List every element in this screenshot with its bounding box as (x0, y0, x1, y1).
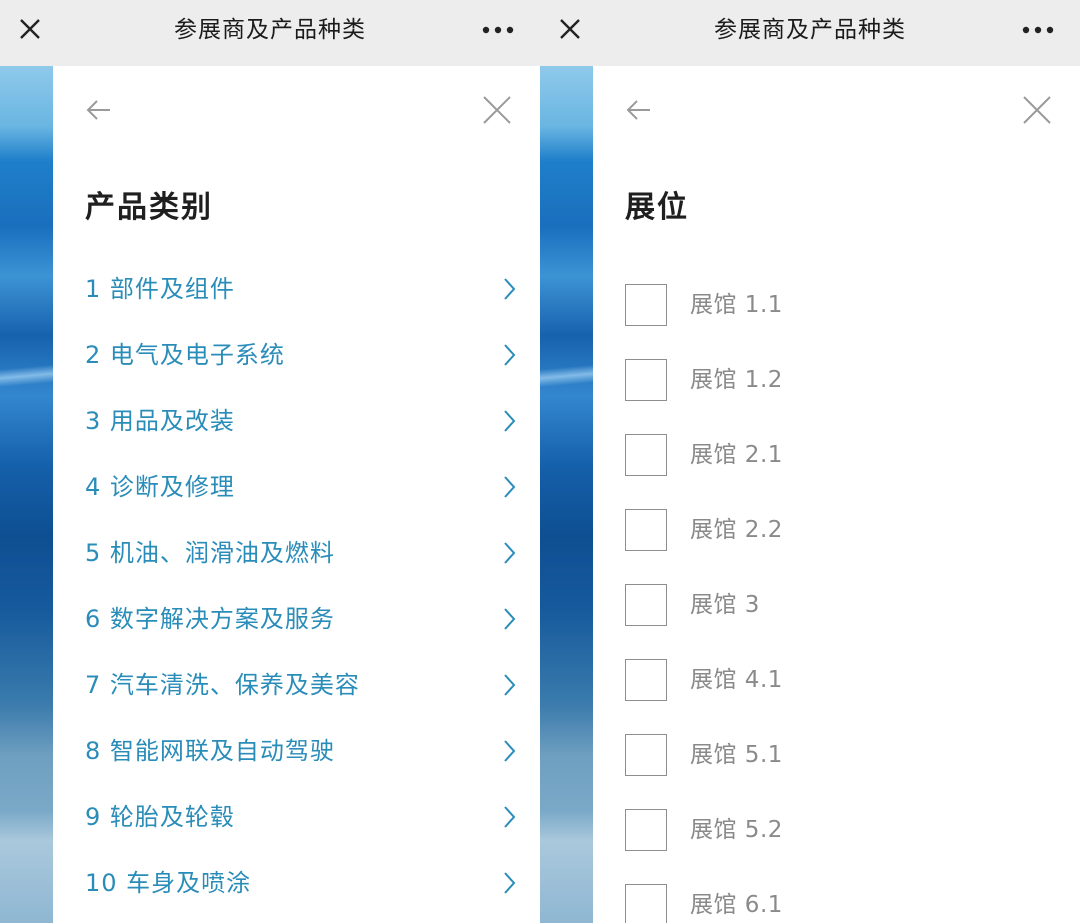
category-item[interactable]: 2 电气及电子系统 (85, 322, 517, 388)
hall-checkbox[interactable] (625, 734, 667, 776)
hall-panel: 展位 展馆 1.1 展馆 1.2 展馆 2.1 展馆 2.2 展馆 3 展馆 4… (593, 66, 1080, 923)
hall-checkbox[interactable] (625, 659, 667, 701)
category-label: 4 诊断及修理 (85, 473, 235, 501)
hall-label: 展馆 1.1 (690, 292, 783, 318)
hall-option[interactable]: 展馆 5.2 (625, 791, 1045, 866)
close-icon[interactable] (1021, 94, 1053, 126)
chevron-right-icon (501, 473, 517, 501)
hall-option[interactable]: 展馆 6.1 (625, 866, 1045, 923)
hall-label: 展馆 4.1 (690, 667, 783, 693)
category-item[interactable]: 4 诊断及修理 (85, 454, 517, 520)
category-item[interactable]: 7 汽车清洗、保养及美容 (85, 652, 517, 718)
hall-list: 展馆 1.1 展馆 1.2 展馆 2.1 展馆 2.2 展馆 3 展馆 4.1 (625, 266, 1045, 923)
window-title: 参展商及产品种类 (714, 17, 906, 43)
hall-option[interactable]: 展馆 2.1 (625, 416, 1045, 491)
category-label: 1 部件及组件 (85, 275, 235, 303)
hall-option[interactable]: 展馆 4.1 (625, 641, 1045, 716)
more-icon[interactable] (478, 15, 518, 45)
hall-checkbox[interactable] (625, 884, 667, 923)
category-item[interactable]: 10 车身及喷涂 (85, 850, 517, 916)
hall-checkbox[interactable] (625, 284, 667, 326)
left-screen: 参展商及产品种类 产品类别 1 部件及组件 2 电气及电子系统 3 用品及改装 (0, 0, 540, 923)
hall-option[interactable]: 展馆 2.2 (625, 491, 1045, 566)
hall-label: 展馆 2.1 (690, 442, 783, 468)
hall-label: 展馆 5.2 (690, 817, 783, 843)
chevron-right-icon (501, 275, 517, 303)
right-screen: 参展商及产品种类 展位 展馆 1.1 展馆 1.2 展馆 2.1 展馆 2.2 … (540, 0, 1080, 923)
category-label: 3 用品及改装 (85, 407, 235, 435)
category-item[interactable]: 3 用品及改装 (85, 388, 517, 454)
category-label: 2 电气及电子系统 (85, 341, 285, 369)
panel-heading: 产品类别 (85, 190, 213, 225)
chevron-right-icon (501, 869, 517, 897)
hall-checkbox[interactable] (625, 359, 667, 401)
chevron-right-icon (501, 539, 517, 567)
hall-checkbox[interactable] (625, 809, 667, 851)
top-bar: 参展商及产品种类 (0, 0, 540, 66)
panel-heading: 展位 (625, 190, 689, 225)
hall-option[interactable]: 展馆 5.1 (625, 716, 1045, 791)
hall-checkbox[interactable] (625, 434, 667, 476)
background-image (0, 66, 53, 923)
hall-checkbox[interactable] (625, 584, 667, 626)
hall-label: 展馆 3 (690, 592, 760, 618)
category-item[interactable]: 8 智能网联及自动驾驶 (85, 718, 517, 784)
category-item[interactable]: 5 机油、润滑油及燃料 (85, 520, 517, 586)
hall-label: 展馆 1.2 (690, 367, 783, 393)
chevron-right-icon (501, 737, 517, 765)
chevron-right-icon (501, 605, 517, 633)
category-label: 9 轮胎及轮毂 (85, 803, 235, 831)
category-label: 7 汽车清洗、保养及美容 (85, 671, 360, 699)
chevron-right-icon (501, 407, 517, 435)
window-title: 参展商及产品种类 (174, 17, 366, 43)
back-arrow-icon[interactable] (623, 94, 655, 126)
hall-label: 展馆 2.2 (690, 517, 783, 543)
hall-label: 展馆 5.1 (690, 742, 783, 768)
background-image (540, 66, 593, 923)
category-panel: 产品类别 1 部件及组件 2 电气及电子系统 3 用品及改装 4 诊断及修理 5… (53, 66, 540, 923)
hall-option[interactable]: 展馆 1.2 (625, 341, 1045, 416)
category-list: 1 部件及组件 2 电气及电子系统 3 用品及改装 4 诊断及修理 5 机油、润… (85, 256, 517, 916)
category-label: 8 智能网联及自动驾驶 (85, 737, 335, 765)
hall-option[interactable]: 展馆 3 (625, 566, 1045, 641)
category-item[interactable]: 1 部件及组件 (85, 256, 517, 322)
category-label: 10 车身及喷涂 (85, 869, 252, 897)
chevron-right-icon (501, 341, 517, 369)
category-item[interactable]: 9 轮胎及轮毂 (85, 784, 517, 850)
category-label: 6 数字解决方案及服务 (85, 605, 335, 633)
back-arrow-icon[interactable] (83, 94, 115, 126)
category-label: 5 机油、润滑油及燃料 (85, 539, 335, 567)
more-icon[interactable] (1018, 15, 1058, 45)
close-icon[interactable] (481, 94, 513, 126)
hall-option[interactable]: 展馆 1.1 (625, 266, 1045, 341)
category-item[interactable]: 6 数字解决方案及服务 (85, 586, 517, 652)
chevron-right-icon (501, 671, 517, 699)
hall-label: 展馆 6.1 (690, 892, 783, 918)
chevron-right-icon (501, 803, 517, 831)
top-bar: 参展商及产品种类 (540, 0, 1080, 66)
hall-checkbox[interactable] (625, 509, 667, 551)
